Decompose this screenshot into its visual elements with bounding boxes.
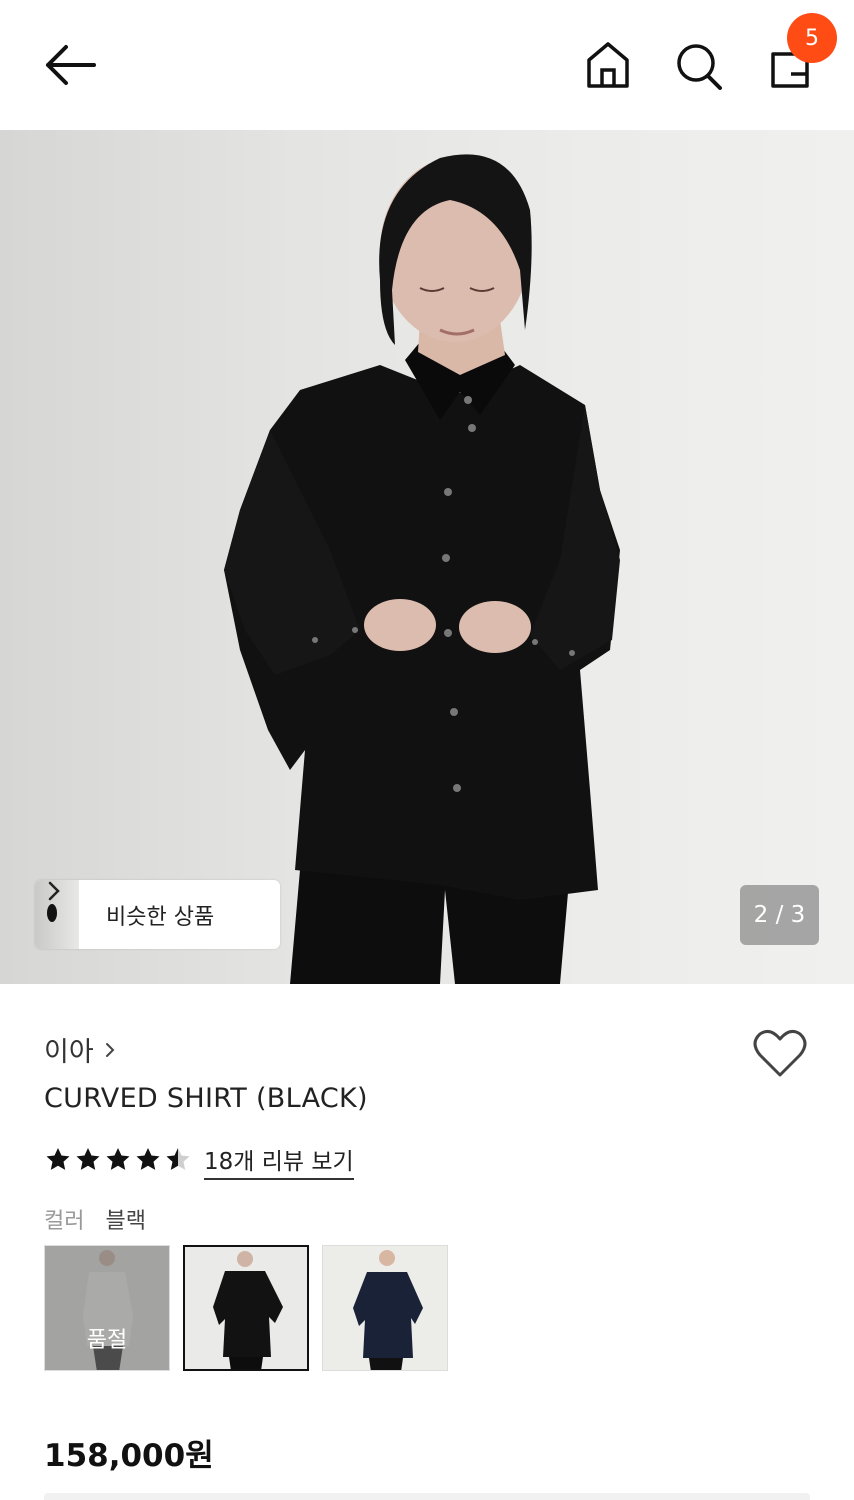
image-counter: 2 / 3	[740, 885, 819, 945]
swatch-photo-navy	[323, 1246, 447, 1370]
star-half-icon	[166, 1148, 190, 1170]
next-section-edge	[44, 1493, 810, 1500]
star-full-icon	[106, 1148, 130, 1170]
color-swatches: 품절	[44, 1245, 461, 1371]
search-icon[interactable]	[673, 38, 723, 92]
swatch-photo-black	[185, 1247, 307, 1369]
star-full-icon	[46, 1148, 70, 1170]
similar-products-label: 비슷한 상품	[106, 904, 215, 930]
star-full-icon	[136, 1148, 160, 1170]
color-swatch-white[interactable]: 품절	[44, 1245, 170, 1371]
sold-out-label: 품절	[86, 1328, 128, 1353]
product-name: CURVED SHIRT (BLACK)	[44, 1083, 368, 1114]
home-icon[interactable]	[583, 38, 633, 92]
chevron-right-icon	[48, 881, 60, 901]
product-image-carousel[interactable]: 비슷한 상품 2 / 3	[0, 130, 854, 984]
product-price: 158,000원	[44, 1438, 214, 1474]
wishlist-heart-icon[interactable]	[752, 1028, 808, 1080]
chevron-right-icon	[105, 1042, 115, 1057]
color-option-row: 컬러 블랙	[44, 1203, 146, 1235]
star-full-icon	[76, 1148, 100, 1170]
brand-name: 이아	[44, 1037, 94, 1068]
cart-count-badge: 5	[787, 13, 837, 63]
brand-link[interactable]: 이아	[44, 1030, 116, 1069]
product-photo	[224, 154, 620, 984]
color-swatch-black[interactable]	[183, 1245, 309, 1371]
similar-products-button[interactable]: 비슷한 상품	[35, 880, 280, 949]
top-app-bar: 5	[0, 0, 854, 130]
rating-stars	[44, 1146, 194, 1173]
selected-color-value: 블랙	[105, 1209, 146, 1234]
color-label: 컬러	[44, 1209, 85, 1234]
back-arrow-icon[interactable]	[40, 40, 100, 90]
color-swatch-navy[interactable]	[322, 1245, 448, 1371]
reviews-link[interactable]: 18개 리뷰 보기	[204, 1142, 354, 1180]
